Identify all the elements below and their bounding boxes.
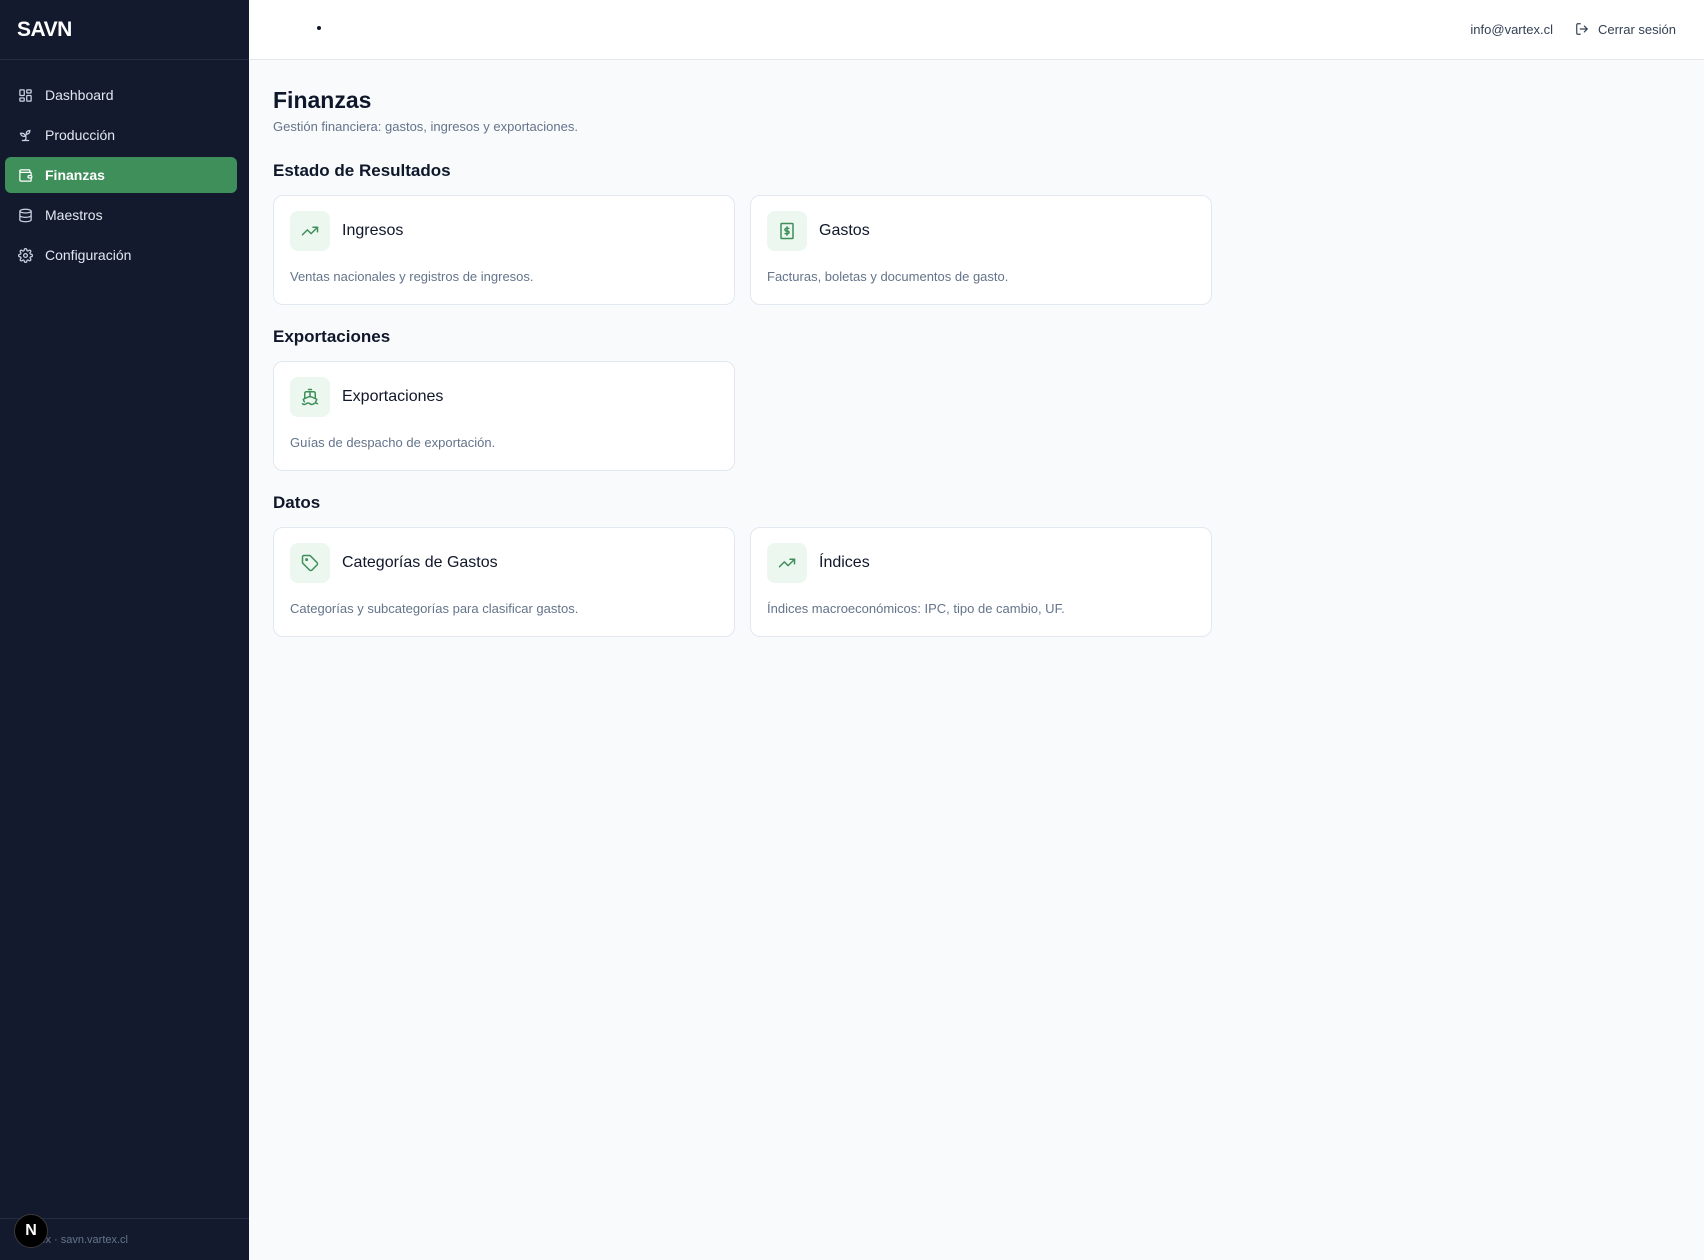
sidebar-item-produccion[interactable]: Producción <box>5 117 237 153</box>
section-datos: Datos Categorías de Gastos Categorías y … <box>273 493 1213 637</box>
card-title: Ingresos <box>342 222 404 239</box>
logout-button[interactable]: Cerrar sesión <box>1575 22 1676 37</box>
sidebar-item-dashboard[interactable]: Dashboard <box>5 77 237 113</box>
card-title: Gastos <box>819 222 870 239</box>
sidebar-item-configuracion[interactable]: Configuración <box>5 237 237 273</box>
section-exportaciones: Exportaciones Exportaciones Guías de des… <box>273 327 1213 471</box>
card-description: Índices macroeconómicos: IPC, tipo de ca… <box>767 601 1065 616</box>
card-description: Facturas, boletas y documentos de gasto. <box>767 269 1009 284</box>
sidebar-item-label: Maestros <box>45 207 103 223</box>
section-title: Exportaciones <box>273 327 391 346</box>
card-exportaciones[interactable]: Exportaciones Guías de despacho de expor… <box>273 361 735 471</box>
brand-logo[interactable]: SAVN <box>0 0 249 60</box>
card-icon-box <box>767 543 807 583</box>
card-categorias-gastos[interactable]: Categorías de Gastos Categorías y subcat… <box>273 527 735 637</box>
page-subtitle: Gestión financiera: gastos, ingresos y e… <box>273 119 578 134</box>
dashboard-icon <box>19 88 32 102</box>
card-header: Gastos <box>767 211 1195 251</box>
card-header: Exportaciones <box>290 377 718 417</box>
logout-label: Cerrar sesión <box>1597 21 1676 37</box>
section-title: Datos <box>273 493 321 512</box>
sidebar-item-label: Producción <box>45 127 116 143</box>
ship-icon <box>301 388 319 406</box>
card-title: Exportaciones <box>342 388 444 405</box>
card-grid: Ingresos Ventas nacionales y registros d… <box>273 195 1213 305</box>
trending-up-icon <box>301 226 319 236</box>
card-icon-box <box>767 211 807 251</box>
card-gastos[interactable]: Gastos Facturas, boletas y documentos de… <box>750 195 1212 305</box>
card-header: Categorías de Gastos <box>290 543 718 583</box>
sidebar-item-maestros[interactable]: Maestros <box>5 197 237 233</box>
tag-icon <box>301 554 319 572</box>
card-description: Categorías y subcategorías para clasific… <box>290 601 579 616</box>
section-estado-resultados: Estado de Resultados Ingresos Ventas nac… <box>273 161 1213 305</box>
nextjs-badge[interactable]: N <box>14 1214 48 1248</box>
section-title: Estado de Resultados <box>273 161 451 180</box>
card-title: Categorías de Gastos <box>342 554 498 571</box>
wallet-icon <box>19 168 33 182</box>
sidebar-nav: Dashboard Producción Finanzas Maestros C… <box>0 60 249 273</box>
card-grid: Exportaciones Guías de despacho de expor… <box>273 361 1213 471</box>
card-icon-box <box>290 377 330 417</box>
card-ingresos[interactable]: Ingresos Ventas nacionales y registros d… <box>273 195 735 305</box>
receipt-icon <box>780 222 794 240</box>
database-icon <box>19 208 32 222</box>
card-title: Índices <box>819 554 870 571</box>
sidebar-item-finanzas[interactable]: Finanzas <box>5 157 237 193</box>
trending-up-icon <box>778 558 796 568</box>
topbar: info@vartex.cl Cerrar sesión <box>249 0 1704 60</box>
card-grid: Categorías de Gastos Categorías y subcat… <box>273 527 1213 637</box>
card-header: Ingresos <box>290 211 718 251</box>
logout-icon <box>1576 23 1588 35</box>
sidebar-item-label: Finanzas <box>45 167 105 183</box>
main-content: Finanzas Gestión financiera: gastos, ing… <box>273 86 1213 637</box>
sprout-icon <box>19 129 31 141</box>
card-icon-box <box>290 543 330 583</box>
topbar-user-area: info@vartex.cl Cerrar sesión <box>1470 0 1676 58</box>
card-description: Ventas nacionales y registros de ingreso… <box>290 269 534 284</box>
card-icon-box <box>290 211 330 251</box>
sidebar: SAVN Dashboard Producción Finanzas Maest… <box>0 0 249 1260</box>
card-indices[interactable]: Índices Índices macroeconómicos: IPC, ti… <box>750 527 1212 637</box>
gear-icon <box>18 247 33 263</box>
user-email: info@vartex.cl <box>1470 21 1553 37</box>
sidebar-item-label: Dashboard <box>45 87 114 103</box>
page-title: Finanzas <box>273 87 372 113</box>
sidebar-item-label: Configuración <box>45 247 132 263</box>
card-description: Guías de despacho de exportación. <box>290 435 496 450</box>
card-header: Índices <box>767 543 1195 583</box>
topbar-dot <box>317 26 321 30</box>
